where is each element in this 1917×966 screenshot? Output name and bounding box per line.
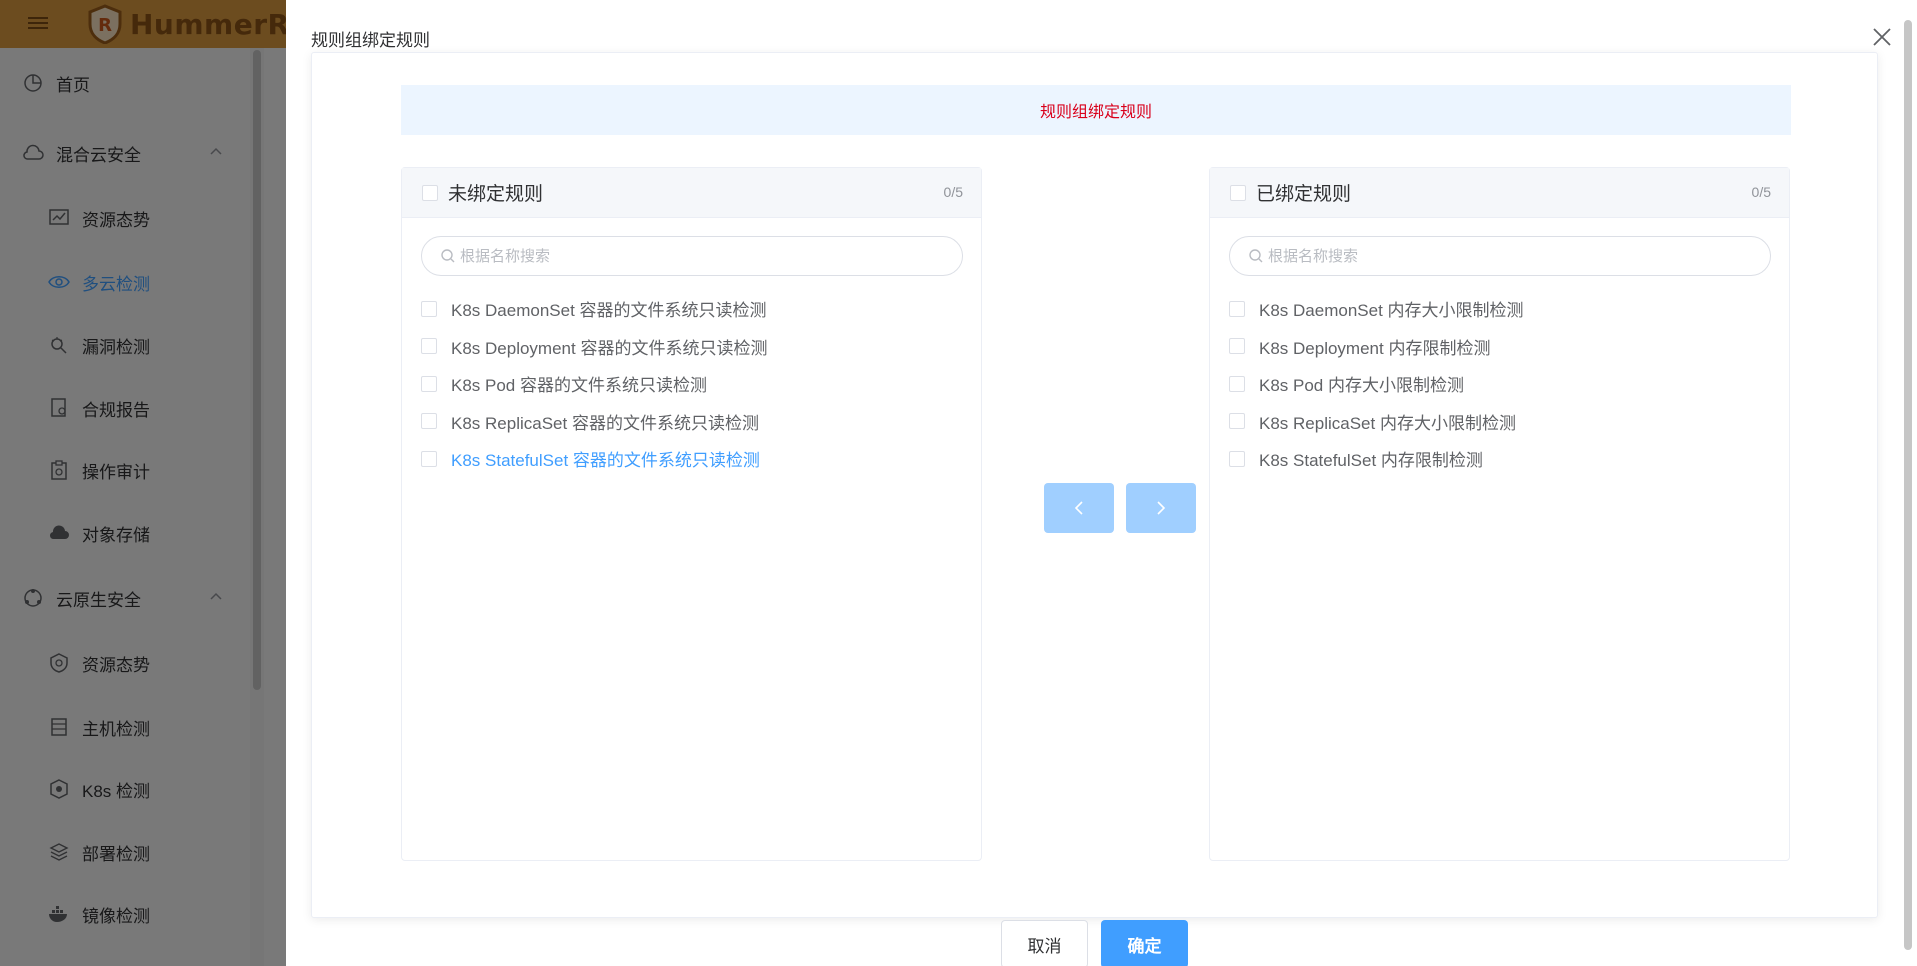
rule-checkbox[interactable] [1229, 375, 1245, 392]
rule-label: K8s DaemonSet 内存大小限制检测 [1259, 301, 1524, 321]
selected-count: 0/5 [943, 184, 963, 200]
bound-rules-panel: 已绑定规则 0/5 K8s DaemonSet 内存大小限制检测 K8s Dep… [1209, 167, 1790, 861]
search-icon [1249, 249, 1263, 263]
list-item[interactable]: K8s StatefulSet 内存限制检测 [1229, 440, 1524, 478]
rule-checkbox[interactable] [1229, 338, 1245, 355]
rule-checkbox[interactable] [1229, 300, 1245, 317]
unbound-rules-panel: 未绑定规则 0/5 K8s DaemonSet 容器的文件系统只读检测 K8s … [401, 167, 982, 861]
bind-rules-drawer: 规则组绑定规则 规则组绑定规则 未绑定规则 0/5 K8s DaemonSet … [286, 0, 1917, 966]
search-box [421, 236, 963, 276]
rule-label: K8s DaemonSet 容器的文件系统只读检测 [451, 301, 767, 321]
panel-header: 未绑定规则 0/5 [402, 168, 981, 218]
rule-checkbox[interactable] [421, 338, 437, 355]
rule-label: K8s Deployment 容器的文件系统只读检测 [451, 338, 768, 358]
list-item[interactable]: K8s Pod 容器的文件系统只读检测 [421, 365, 767, 403]
list-item[interactable]: K8s Deployment 容器的文件系统只读检测 [421, 328, 767, 366]
move-left-button[interactable] [1044, 483, 1114, 533]
list-item[interactable]: K8s ReplicaSet 容器的文件系统只读检测 [421, 403, 767, 441]
confirm-button[interactable]: 确定 [1101, 920, 1188, 966]
search-box [1229, 236, 1771, 276]
drawer-scrollbar[interactable] [1899, 0, 1917, 966]
rule-checkbox[interactable] [421, 450, 437, 467]
list-item[interactable]: K8s Pod 内存大小限制检测 [1229, 365, 1524, 403]
move-right-button[interactable] [1126, 483, 1196, 533]
cancel-button[interactable]: 取消 [1001, 920, 1088, 966]
rule-checkbox[interactable] [1229, 450, 1245, 467]
info-alert: 规则组绑定规则 [401, 85, 1791, 135]
search-input[interactable] [1268, 247, 1748, 265]
select-all-checkbox[interactable] [1230, 184, 1246, 201]
rule-label: K8s ReplicaSet 内存大小限制检测 [1259, 413, 1516, 433]
list-item[interactable]: K8s DaemonSet 内存大小限制检测 [1229, 290, 1524, 328]
list-item[interactable]: K8s Deployment 内存限制检测 [1229, 328, 1524, 366]
rule-checkbox[interactable] [1229, 413, 1245, 430]
drawer-scroll-thumb[interactable] [1904, 20, 1912, 950]
search-input[interactable] [460, 247, 940, 265]
rule-list: K8s DaemonSet 内存大小限制检测 K8s Deployment 内存… [1229, 290, 1524, 478]
rule-label: K8s Pod 内存大小限制检测 [1259, 376, 1464, 396]
panel-header: 已绑定规则 0/5 [1210, 168, 1789, 218]
close-icon[interactable] [1871, 26, 1893, 48]
rule-label: K8s Deployment 内存限制检测 [1259, 338, 1491, 358]
chevron-right-icon [1157, 501, 1166, 515]
list-item[interactable]: K8s StatefulSet 容器的文件系统只读检测 [421, 440, 767, 478]
chevron-left-icon [1074, 501, 1083, 515]
rule-label: K8s StatefulSet 内存限制检测 [1259, 451, 1483, 471]
list-item[interactable]: K8s ReplicaSet 内存大小限制检测 [1229, 403, 1524, 441]
search-icon [441, 249, 455, 263]
alert-text: 规则组绑定规则 [1039, 104, 1152, 121]
rule-label: K8s ReplicaSet 容器的文件系统只读检测 [451, 413, 759, 433]
panel-title: 未绑定规则 [448, 184, 544, 205]
rule-label: K8s Pod 容器的文件系统只读检测 [451, 376, 707, 396]
rule-list: K8s DaemonSet 容器的文件系统只读检测 K8s Deployment… [421, 290, 767, 478]
rule-label: K8s StatefulSet 容器的文件系统只读检测 [451, 451, 760, 471]
select-all-checkbox[interactable] [422, 184, 438, 201]
drawer-title: 规则组绑定规则 [311, 31, 430, 50]
rule-checkbox[interactable] [421, 375, 437, 392]
rule-checkbox[interactable] [421, 413, 437, 430]
rule-checkbox[interactable] [421, 300, 437, 317]
list-item[interactable]: K8s DaemonSet 容器的文件系统只读检测 [421, 290, 767, 328]
panel-title: 已绑定规则 [1256, 184, 1352, 205]
content-card: 规则组绑定规则 未绑定规则 0/5 K8s DaemonSet 容器的文件系统只… [311, 52, 1878, 918]
selected-count: 0/5 [1751, 184, 1771, 200]
